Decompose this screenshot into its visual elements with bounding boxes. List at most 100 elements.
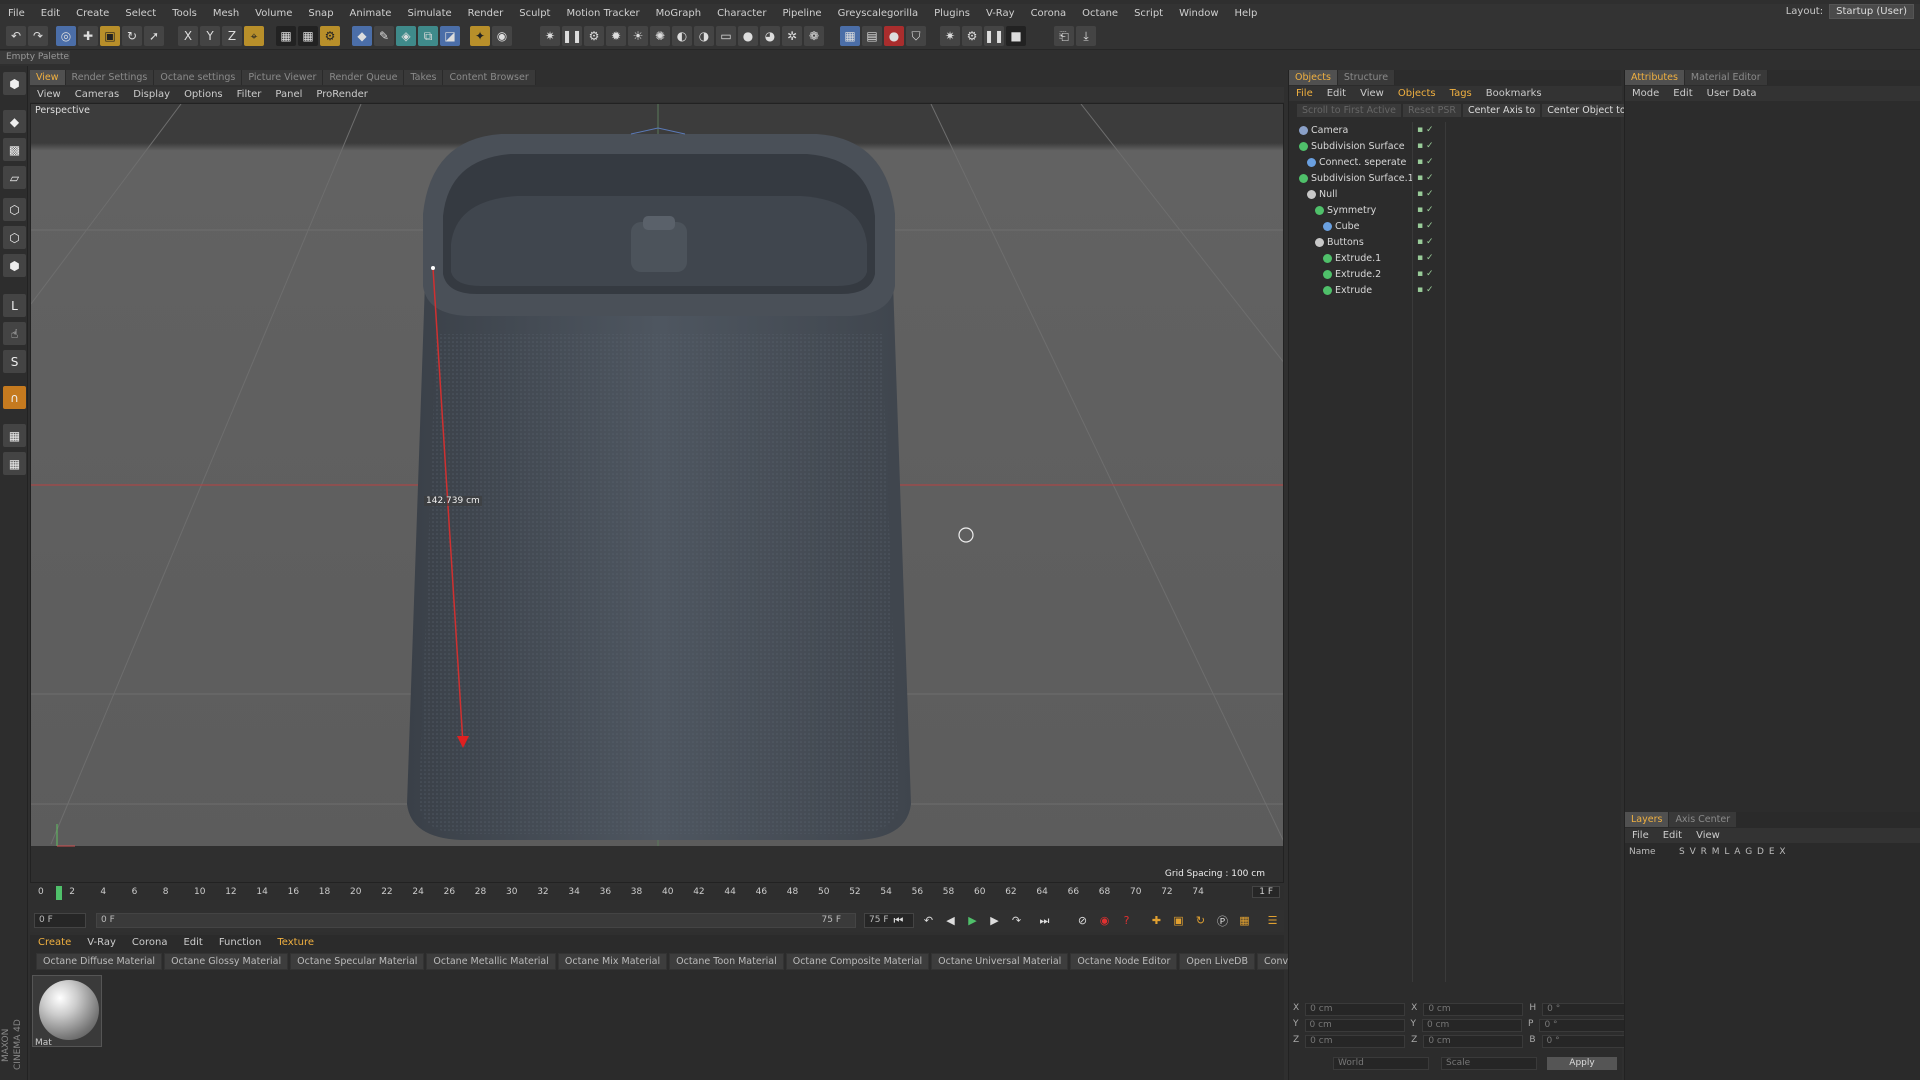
redo-icon[interactable]: ↷ — [28, 26, 48, 46]
texture-mode-icon[interactable]: ▩ — [3, 138, 26, 161]
menu-v-ray[interactable]: V-Ray — [978, 8, 1023, 19]
menu-animate[interactable]: Animate — [342, 8, 400, 19]
coord-position-field[interactable]: 0 cm — [1305, 1035, 1406, 1048]
bulb-icon[interactable]: ✺ — [650, 26, 670, 46]
material-menu-create[interactable]: Create — [30, 937, 79, 948]
x-axis-icon[interactable]: X — [178, 26, 198, 46]
menu-render[interactable]: Render — [460, 8, 512, 19]
object-row-extrude[interactable]: Extrude ▪ ✓ — [1289, 282, 1622, 298]
viewport-menu-view[interactable]: View — [30, 89, 68, 100]
object-name[interactable]: Symmetry — [1315, 205, 1376, 216]
layout-switch-icon[interactable]: ⎗ — [1054, 26, 1074, 46]
menu-corona[interactable]: Corona — [1023, 8, 1075, 19]
object-name[interactable]: Camera — [1299, 125, 1348, 136]
next-key-icon[interactable]: ↷ — [1008, 912, 1025, 929]
object-row-subdivision-surface[interactable]: Subdivision Surface ▪ ✓ — [1289, 138, 1622, 154]
octane-diffuse-material-button[interactable]: Octane Diffuse Material — [36, 953, 163, 970]
keyframe-icon[interactable]: ⊘ — [1074, 912, 1091, 929]
play-icon[interactable]: ▶ — [964, 912, 981, 929]
points-mode-icon[interactable]: ⬡ — [3, 198, 26, 221]
menu-pipeline[interactable]: Pipeline — [774, 8, 829, 19]
objects-menu-view[interactable]: View — [1353, 88, 1391, 99]
visibility-toggle-icon[interactable]: ▪ ✓ — [1417, 125, 1434, 135]
half-circle-icon[interactable]: ◐ — [672, 26, 692, 46]
edges-mode-icon[interactable]: ⬡ — [3, 226, 26, 249]
visibility-toggle-icon[interactable]: ▪ ✓ — [1417, 269, 1434, 279]
object-row-connect-seperate[interactable]: Connect. seperate ▪ ✓ — [1289, 154, 1622, 170]
tab-octane-settings[interactable]: Octane settings — [154, 70, 243, 85]
visibility-toggle-icon[interactable]: ▪ ✓ — [1417, 189, 1434, 199]
workplane-grid-icon[interactable]: ▦ — [3, 452, 26, 475]
objects-menu-file[interactable]: File — [1289, 88, 1320, 99]
object-row-symmetry[interactable]: Symmetry ▪ ✓ — [1289, 202, 1622, 218]
octane-toon-material-button[interactable]: Octane Toon Material — [669, 953, 784, 970]
vray-settings-icon[interactable]: ✷ — [940, 26, 960, 46]
visibility-toggle-icon[interactable]: ▪ ✓ — [1417, 237, 1434, 247]
material-menu-texture[interactable]: Texture — [269, 937, 322, 948]
object-row-extrude-1[interactable]: Extrude.1 ▪ ✓ — [1289, 250, 1622, 266]
menu-mesh[interactable]: Mesh — [205, 8, 247, 19]
menu-volume[interactable]: Volume — [247, 8, 300, 19]
apply-button[interactable]: Apply — [1547, 1057, 1617, 1070]
tab-axis-center[interactable]: Axis Center — [1669, 812, 1738, 827]
stop-icon[interactable]: ■ — [1006, 26, 1026, 46]
object-name[interactable]: Extrude.1 — [1323, 253, 1381, 264]
object-row-camera[interactable]: Camera ▪ ✓ — [1289, 122, 1622, 138]
viewport-menu-options[interactable]: Options — [177, 89, 230, 100]
tab-render-queue[interactable]: Render Queue — [323, 70, 405, 85]
object-name[interactable]: Extrude.2 — [1323, 269, 1381, 280]
shield-icon[interactable]: ⛉ — [906, 26, 926, 46]
scene-icon[interactable]: ✦ — [470, 26, 490, 46]
axis-mode-icon[interactable]: L — [3, 294, 26, 317]
material-menu-v-ray[interactable]: V-Ray — [79, 937, 124, 948]
viewport-canvas[interactable] — [31, 104, 1284, 883]
objects-menu-edit[interactable]: Edit — [1320, 88, 1353, 99]
make-editable-icon[interactable]: ⬢ — [3, 72, 26, 95]
menu-character[interactable]: Character — [709, 8, 774, 19]
menu-select[interactable]: Select — [117, 8, 164, 19]
layer-menu-edit[interactable]: Edit — [1656, 830, 1689, 841]
model-mode-icon[interactable]: ◆ — [3, 110, 26, 133]
flower-icon[interactable]: ❁ — [804, 26, 824, 46]
key-scale-icon[interactable]: ▣ — [1170, 912, 1187, 929]
octane-settings-icon[interactable]: ✷ — [540, 26, 560, 46]
polygons-mode-icon[interactable]: ⬢ — [3, 254, 26, 277]
tab-material-editor[interactable]: Material Editor — [1684, 70, 1768, 85]
octane-universal-material-button[interactable]: Octane Universal Material — [931, 953, 1069, 970]
sun-icon[interactable]: ✹ — [606, 26, 626, 46]
object-name[interactable]: Connect. seperate — [1307, 157, 1406, 168]
half-circle-alt-icon[interactable]: ◑ — [694, 26, 714, 46]
object-name[interactable]: Extrude — [1323, 285, 1372, 296]
center-axis-to-button[interactable]: Center Axis to — [1462, 104, 1541, 117]
vray-pause-icon[interactable]: ❚❚ — [984, 26, 1004, 46]
octane-composite-material-button[interactable]: Octane Composite Material — [785, 953, 930, 970]
objects-menu-bookmarks[interactable]: Bookmarks — [1479, 88, 1549, 99]
material-thumbnail[interactable]: Mat — [32, 975, 102, 1048]
object-row-subdivision-surface-1[interactable]: Subdivision Surface.1 ▪ ✓ — [1289, 170, 1622, 186]
record-icon[interactable]: ● — [884, 26, 904, 46]
coord-scale-field[interactable]: 0 cm — [1422, 1019, 1522, 1032]
snap-grid-icon[interactable]: ▦ — [3, 424, 26, 447]
start-frame-field[interactable]: 0 F — [34, 913, 86, 928]
viewport-menu-display[interactable]: Display — [126, 89, 177, 100]
download-icon[interactable]: ⤓ — [1076, 26, 1096, 46]
object-name[interactable]: Subdivision Surface — [1299, 141, 1405, 152]
objects-menu-tags[interactable]: Tags — [1443, 88, 1479, 99]
octane-specular-material-button[interactable]: Octane Specular Material — [290, 953, 425, 970]
menu-file[interactable]: File — [0, 8, 33, 19]
subdivision-icon[interactable]: ◈ — [396, 26, 416, 46]
magnet-icon[interactable]: ∩ — [3, 386, 26, 409]
tab-objects[interactable]: Objects — [1289, 70, 1338, 85]
timeline-settings-icon[interactable]: ☰ — [1264, 912, 1281, 929]
attribute-menu-edit[interactable]: Edit — [1666, 88, 1699, 99]
viewport-menu-prorender[interactable]: ProRender — [309, 89, 374, 100]
menu-sculpt[interactable]: Sculpt — [511, 8, 558, 19]
attribute-menu-mode[interactable]: Mode — [1625, 88, 1666, 99]
menu-simulate[interactable]: Simulate — [399, 8, 459, 19]
camera-icon[interactable]: ◉ — [492, 26, 512, 46]
layer-menu-view[interactable]: View — [1689, 830, 1727, 841]
tab-layers[interactable]: Layers — [1625, 812, 1670, 827]
attribute-menu-user-data[interactable]: User Data — [1700, 88, 1764, 99]
open-livedb-button[interactable]: Open LiveDB — [1179, 953, 1256, 970]
menu-motion-tracker[interactable]: Motion Tracker — [558, 8, 647, 19]
